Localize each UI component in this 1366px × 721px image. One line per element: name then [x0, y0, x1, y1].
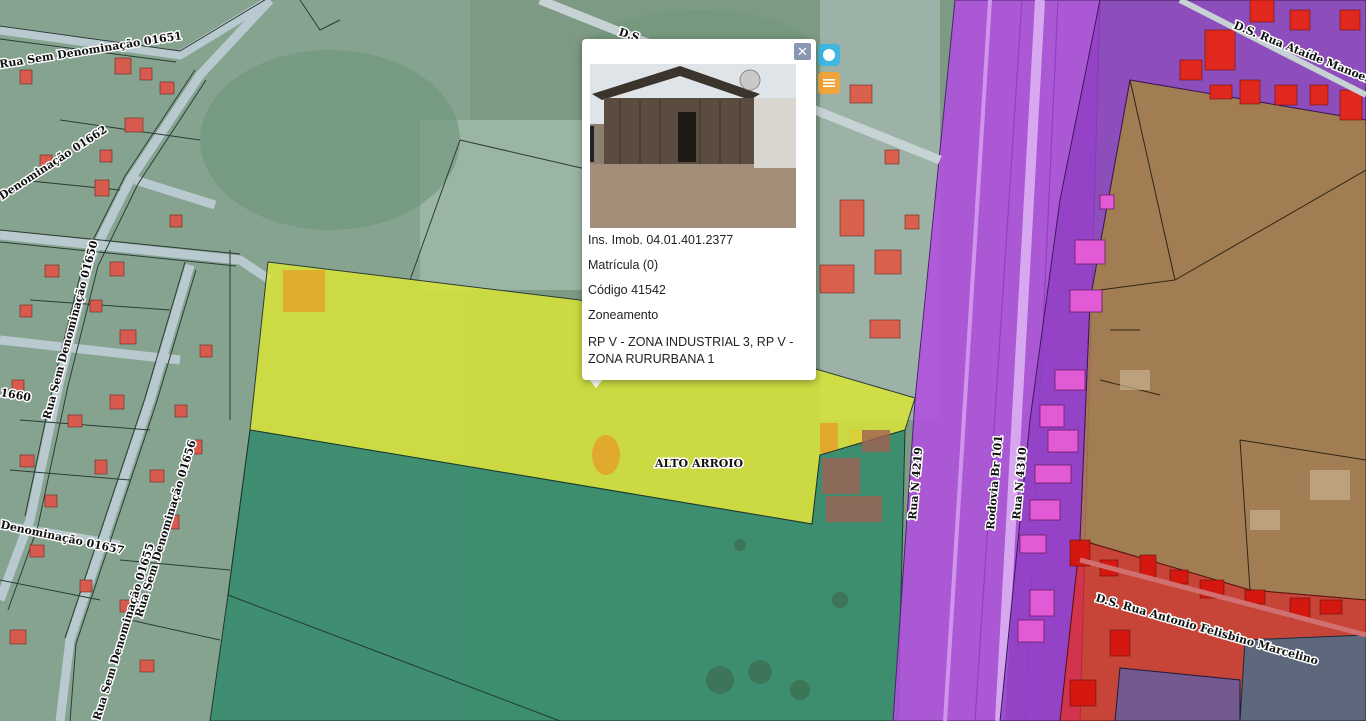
info-circle-icon — [823, 49, 835, 61]
info-button[interactable] — [818, 44, 840, 66]
property-popup: ✕ Ins. Imob. 04.01.401.2377 Matrícula (0… — [582, 39, 816, 380]
zone-brown-parcel[interactable] — [1079, 79, 1366, 601]
zoneamento-line-1: RP V - ZONA INDUSTRIAL 3, RP V - — [588, 335, 794, 349]
list-button[interactable] — [818, 72, 840, 94]
matricula-text: Matrícula (0) — [588, 258, 659, 272]
zoneamento-title: Zoneamento — [588, 308, 659, 322]
list-icon — [823, 79, 835, 87]
place-label-alto-arroio: ALTO ARROIO — [654, 457, 744, 470]
codigo-text: Código 41542 — [588, 283, 666, 297]
zoneamento-line-2: ZONA RURURBANA 1 — [588, 352, 715, 366]
property-photo — [590, 64, 796, 228]
close-icon[interactable]: ✕ — [794, 43, 811, 60]
inscricao-text: Ins. Imob. 04.01.401.2377 — [588, 233, 734, 247]
